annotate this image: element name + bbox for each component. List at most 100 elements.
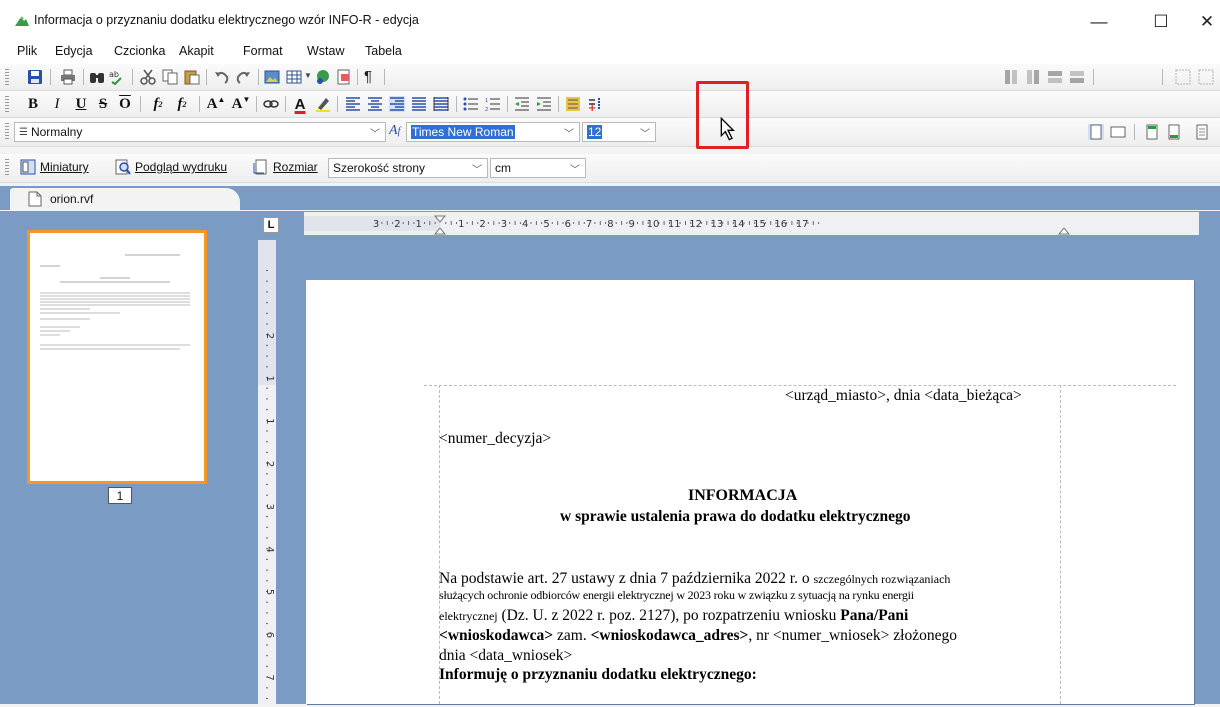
align-right-icon[interactable] [389, 96, 405, 112]
ruler-label: 5 [543, 219, 549, 230]
subscript-button[interactable]: f2 [146, 94, 170, 114]
style-combo[interactable]: ☰ Normalny ﹀ [14, 122, 386, 142]
align-justify-icon[interactable] [411, 96, 427, 112]
close-button[interactable]: ✕ [1184, 8, 1220, 36]
page-view-icon[interactable] [1088, 124, 1104, 140]
zoom-combo[interactable]: Szerokość strony ﹀ [328, 158, 488, 178]
paragraph-spacing-icon[interactable] [565, 96, 581, 112]
overline-button[interactable]: O [116, 94, 134, 114]
strikethrough-button[interactable]: S [94, 94, 112, 114]
underline-button[interactable]: U [72, 94, 90, 114]
page-size-icon [253, 159, 267, 175]
title-bar: Informacja o przyznaniu dodatku elektryc… [0, 0, 1220, 40]
shrink-font-button[interactable]: A ▼ [230, 94, 252, 114]
spellcheck-icon[interactable]: ab [109, 69, 125, 85]
view-toolbar: Miniatury Podgląd wydruku Rozmiar Szerok… [0, 154, 1220, 183]
bold-button[interactable]: B [24, 94, 42, 114]
hyperlink-icon[interactable] [315, 69, 331, 85]
svg-text:ab: ab [109, 70, 119, 79]
print-preview-button[interactable]: Podgląd wydruku [115, 159, 227, 175]
row-insert-icon[interactable] [1047, 69, 1063, 85]
font-combo[interactable]: Times New Roman ﹀ [406, 122, 580, 142]
tab-orion[interactable]: orion.rvf [10, 188, 240, 210]
document-tabs: orion.rvf [0, 186, 1220, 210]
find-icon[interactable] [89, 69, 105, 85]
save-icon[interactable] [27, 69, 43, 85]
menu-wstaw[interactable]: Wstaw [307, 44, 345, 58]
bullet-list-icon[interactable] [463, 96, 479, 112]
tab-stop-selector[interactable]: L [263, 217, 279, 233]
font-size-combo[interactable]: 12 ﹀ [582, 122, 656, 142]
insert-object-icon[interactable] [336, 69, 352, 85]
insert-field-icon[interactable]: + [587, 96, 603, 112]
footer-icon[interactable] [1166, 124, 1182, 140]
highlight-icon[interactable] [315, 96, 331, 112]
insert-picture-icon[interactable] [264, 69, 280, 85]
font-color-button[interactable]: A [290, 94, 310, 114]
place-date-line: <urząd_miasto>, dnia <data_bieżąca> [785, 387, 1022, 404]
maximize-button[interactable]: ☐ [1138, 8, 1184, 36]
pilcrow-icon[interactable]: ¶ [364, 68, 372, 85]
ruler-label: 4 [264, 546, 275, 552]
horizontal-ruler[interactable]: 3 2 1 1 2 3 4 5 6 7 8 9 10 11 12 13 14 15 16 17 [304, 212, 1199, 235]
menu-tabela[interactable]: Tabela [365, 44, 402, 58]
page-setup-icon[interactable] [1194, 124, 1210, 140]
style-icon: ☰ [19, 126, 28, 138]
table-border-icon[interactable] [1175, 69, 1191, 85]
page-thumbnail[interactable] [27, 230, 207, 484]
superscript-button[interactable]: f2 [170, 94, 194, 114]
right-indent-marker[interactable] [1057, 227, 1071, 235]
normal-view-icon[interactable] [1110, 124, 1126, 140]
italic-button[interactable]: I [48, 94, 66, 114]
ruler-label: 3 [373, 219, 379, 230]
undo-icon[interactable] [214, 69, 230, 85]
ruler-label: 14 [732, 219, 745, 230]
ruler-label: 8 [607, 219, 613, 230]
table-dropdown-arrow-icon[interactable]: ▼ [304, 71, 312, 80]
grow-font-button[interactable]: A ▲ [205, 94, 227, 114]
align-left-icon[interactable] [345, 96, 361, 112]
thumbnails-icon [20, 159, 36, 175]
margin-guide-right [1060, 385, 1061, 704]
chevron-down-icon: ﹀ [640, 129, 650, 140]
menu-format[interactable]: Format [243, 44, 283, 58]
paste-icon[interactable] [184, 69, 200, 85]
copy-icon[interactable] [162, 69, 178, 85]
cut-icon[interactable] [140, 69, 156, 85]
cell-align-icon[interactable] [1003, 69, 1019, 85]
distribute-icon[interactable] [433, 96, 449, 112]
menu-akapit[interactable]: Akapit [179, 44, 214, 58]
redo-icon[interactable] [235, 69, 251, 85]
minimize-button[interactable]: — [1076, 8, 1122, 36]
link-chain-icon[interactable] [263, 96, 279, 112]
insert-table-icon[interactable] [286, 69, 302, 85]
decrease-indent-icon[interactable] [514, 96, 530, 112]
menu-plik[interactable]: Plik [17, 44, 37, 58]
ruler-label: 9 [629, 219, 635, 230]
align-center-icon[interactable] [367, 96, 383, 112]
header-icon[interactable] [1144, 124, 1160, 140]
ruler-label: 3 [501, 219, 507, 230]
menu-bar: Plik Edycja Czcionka Akapit Format Wstaw… [0, 40, 1220, 64]
style-toolbar: ☰ Normalny ﹀ Af Times New Roman ﹀ 12 ﹀ [0, 118, 1220, 147]
numbered-list-icon[interactable]: 12 [485, 96, 501, 112]
size-button[interactable]: Rozmiar [253, 159, 318, 175]
row-delete-icon[interactable] [1069, 69, 1085, 85]
font-value: Times New Roman [411, 125, 515, 139]
thumbnails-button[interactable]: Miniatury [20, 159, 89, 175]
ruler-label: 6 [565, 219, 571, 230]
vertical-ruler[interactable]: 2 1 1 2 3 4 5 6 7 [258, 240, 276, 704]
table-border-2-icon[interactable] [1198, 69, 1214, 85]
ruler-label: 1 [264, 376, 275, 382]
menu-czcionka[interactable]: Czcionka [114, 44, 165, 58]
magnifier-icon [115, 159, 131, 175]
print-icon[interactable] [60, 69, 76, 85]
paragraph-line-3: elektrycznej (Dz. U. z 2022 r. poz. 2127… [439, 607, 909, 624]
increase-indent-icon[interactable] [536, 96, 552, 112]
unit-combo[interactable]: cm ﹀ [490, 158, 586, 178]
horizontal-ruler-scale: 3 2 1 1 2 3 4 5 6 7 8 9 10 11 12 13 14 15 16 17 [304, 215, 1071, 235]
cell-align-2-icon[interactable] [1025, 69, 1041, 85]
menu-edycja[interactable]: Edycja [55, 44, 93, 58]
document-page[interactable]: <urząd_miasto>, dnia <data_bieżąca> <num… [306, 280, 1194, 704]
svg-text:1: 1 [485, 98, 488, 104]
